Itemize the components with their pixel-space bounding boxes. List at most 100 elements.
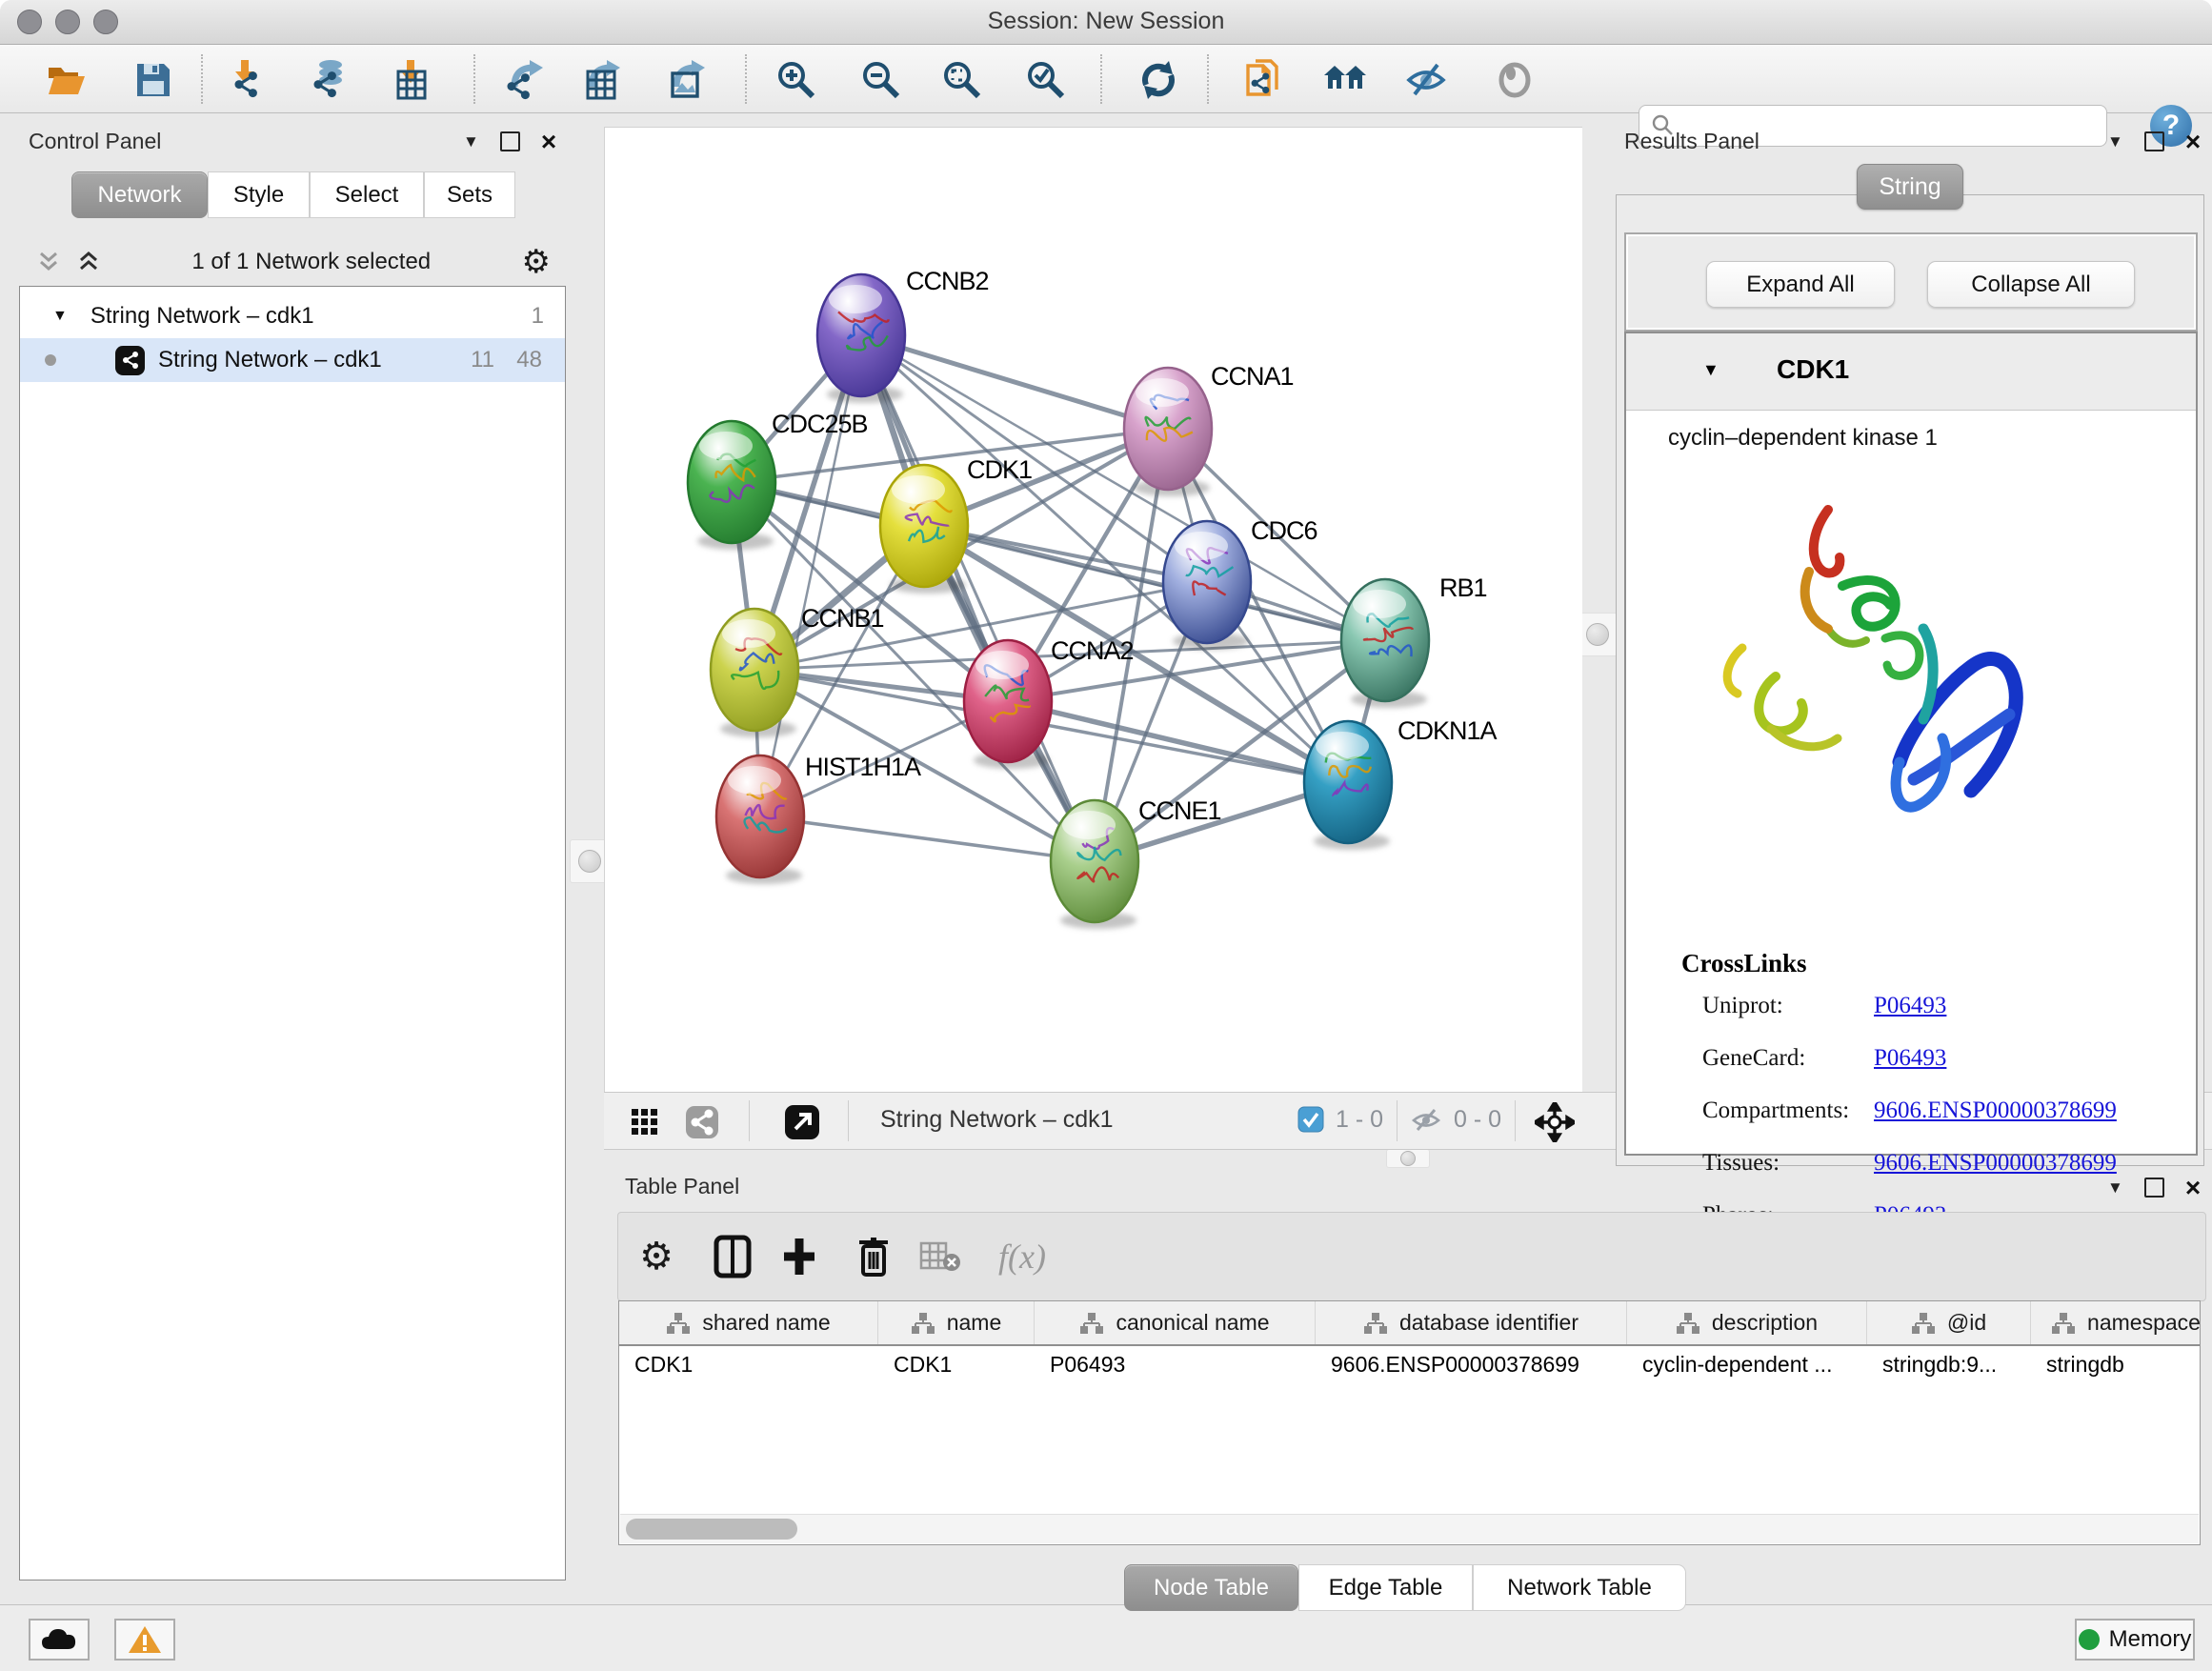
tab-network[interactable]: Network xyxy=(71,171,208,218)
column-header-name[interactable]: name xyxy=(878,1301,1035,1344)
node-CCNE1[interactable]: CCNE1 xyxy=(1051,796,1221,929)
save-session-button[interactable] xyxy=(131,58,175,102)
tab-string[interactable]: String xyxy=(1857,164,1963,210)
crosslink-row-compartments: Compartments:9606.ENSP00000378699 xyxy=(1702,1097,2117,1124)
zoom-fit-button[interactable] xyxy=(940,58,984,102)
collapse-all-button[interactable]: Collapse All xyxy=(1927,261,2135,308)
fit-content-crosshair-icon[interactable] xyxy=(1533,1100,1577,1144)
edge-CCNB2-CCNE1[interactable] xyxy=(861,335,1095,861)
node-CCNB2[interactable]: CCNB2 xyxy=(817,267,989,403)
table-panel-menu-icon[interactable]: ▼ xyxy=(2107,1178,2123,1198)
node-label-CDK1: CDK1 xyxy=(967,455,1032,484)
network-node-count: 11 xyxy=(471,347,494,373)
results-panel-title: Results Panel xyxy=(1624,129,1760,154)
tab-network-table[interactable]: Network Table xyxy=(1473,1564,1686,1611)
tab-sets[interactable]: Sets xyxy=(424,171,515,218)
table-header-row: shared namenamecanonical namedatabase id… xyxy=(619,1301,2200,1346)
edge-CCNB2-CCNA1[interactable] xyxy=(861,335,1168,429)
crosslink-label: GeneCard: xyxy=(1702,1045,1874,1072)
collapse-all-icon[interactable] xyxy=(36,250,61,274)
export-table-button[interactable] xyxy=(580,58,624,102)
results-panel-menu-icon[interactable]: ▼ xyxy=(2107,132,2123,151)
warnings-button[interactable] xyxy=(114,1619,175,1661)
table-panel-float-icon[interactable] xyxy=(2144,1178,2164,1198)
zoom-out-button[interactable] xyxy=(859,58,903,102)
open-session-button[interactable] xyxy=(45,58,89,102)
zoom-in-button[interactable] xyxy=(774,58,818,102)
crosslink-link[interactable]: 9606.ENSP00000378699 xyxy=(1874,1097,2117,1123)
crosslink-link[interactable]: 9606.ENSP00000378699 xyxy=(1874,1150,2117,1176)
cloud-status-button[interactable] xyxy=(29,1619,90,1661)
edge-CCNA2-CDKN1A[interactable] xyxy=(1008,701,1348,782)
right-splitter-handle[interactable] xyxy=(1578,613,1618,656)
clone-network-button[interactable] xyxy=(1242,58,1286,102)
column-header-namespace[interactable]: namespace xyxy=(2031,1301,2212,1344)
tab-edge-table[interactable]: Edge Table xyxy=(1298,1564,1473,1611)
node-HIST1H1A[interactable]: HIST1H1A xyxy=(716,753,921,884)
protein-section-header[interactable]: ▼ CDK1 xyxy=(1626,333,2196,411)
hide-selected-button[interactable] xyxy=(1404,58,1448,102)
node-label-CDC25B: CDC25B xyxy=(772,410,868,438)
import-table-from-file-button[interactable] xyxy=(391,58,434,102)
column-header-canonicalname[interactable]: canonical name xyxy=(1035,1301,1316,1344)
crosslink-link[interactable]: P06493 xyxy=(1874,1045,1946,1071)
import-network-from-file-button[interactable] xyxy=(225,58,269,102)
column-header-databaseidentifier[interactable]: database identifier xyxy=(1316,1301,1627,1344)
create-column-plus-icon[interactable] xyxy=(773,1230,826,1283)
protein-details-box: ▼ CDK1 cyclin–dependent kinase 1 xyxy=(1624,332,2198,1156)
show-columns-icon[interactable] xyxy=(706,1230,759,1283)
node-RB1[interactable]: RB1 xyxy=(1341,574,1487,708)
control-panel-float-icon[interactable] xyxy=(500,131,520,151)
node-CCNB1[interactable]: CCNB1 xyxy=(711,604,884,737)
column-settings-gear-icon[interactable]: ⚙ xyxy=(630,1230,683,1283)
network-canvas[interactable]: CCNB2CCNA1CDC25BCDK1CDC6RB1CCNB1CCNA2CDK… xyxy=(604,127,1582,1093)
table-row[interactable]: CDK1CDK1P064939606.ENSP00000378699cyclin… xyxy=(619,1346,2200,1382)
column-header-sharedname[interactable]: shared name xyxy=(619,1301,878,1344)
node-label-CDC6: CDC6 xyxy=(1251,516,1317,545)
results-panel-close-icon[interactable]: × xyxy=(2185,133,2201,150)
bottom-splitter-handle[interactable] xyxy=(1386,1149,1430,1168)
node-table-grid[interactable]: shared namenamecanonical namedatabase id… xyxy=(618,1300,2201,1545)
control-panel-menu-icon[interactable]: ▼ xyxy=(463,132,479,151)
collection-expander-icon[interactable]: ▼ xyxy=(52,308,68,325)
delete-column-trash-icon[interactable] xyxy=(847,1230,900,1283)
results-panel-controls: ▼ × xyxy=(2107,131,2201,151)
toolbar-divider xyxy=(201,54,203,104)
network-options-gear-icon[interactable]: ⚙ xyxy=(522,243,551,281)
birdseye-grid-icon[interactable] xyxy=(623,1100,667,1144)
tab-select[interactable]: Select xyxy=(310,171,424,218)
crosslink-link[interactable]: P06493 xyxy=(1874,993,1946,1018)
tab-style[interactable]: Style xyxy=(208,171,310,218)
current-network-title: String Network – cdk1 xyxy=(880,1106,1114,1134)
protein-expander-icon[interactable]: ▼ xyxy=(1702,360,1719,380)
selected-checkbox-icon[interactable] xyxy=(1297,1106,1324,1133)
scrollbar-thumb[interactable] xyxy=(626,1519,797,1540)
expand-all-button[interactable]: Expand All xyxy=(1706,261,1895,308)
export-image-button[interactable] xyxy=(665,58,709,102)
open-in-new-window-icon[interactable] xyxy=(780,1100,824,1144)
import-network-from-database-button[interactable] xyxy=(306,58,350,102)
hidden-node-edge-counts: 0 - 0 xyxy=(1454,1106,1501,1134)
column-header-description[interactable]: description xyxy=(1627,1301,1867,1344)
zoom-selected-button[interactable] xyxy=(1024,58,1068,102)
table-horizontal-scrollbar[interactable] xyxy=(620,1514,2199,1543)
refresh-network-button[interactable] xyxy=(1136,58,1180,102)
network-collection-row[interactable]: ▼ String Network – cdk1 1 xyxy=(20,294,565,338)
node-CCNA1[interactable]: CCNA1 xyxy=(1124,362,1294,496)
results-panel-float-icon[interactable] xyxy=(2144,131,2164,151)
expand-all-icon[interactable] xyxy=(76,250,101,274)
edge-HIST1H1A-CCNE1[interactable] xyxy=(760,816,1095,861)
node-CDKN1A[interactable]: CDKN1A xyxy=(1304,716,1498,850)
first-neighbors-button[interactable] xyxy=(1323,58,1367,102)
export-network-button[interactable] xyxy=(503,58,547,102)
column-header-id[interactable]: @id xyxy=(1867,1301,2031,1344)
control-panel-tabs: NetworkStyleSelectSets xyxy=(71,171,515,218)
selected-node-edge-counts: 1 - 0 xyxy=(1336,1106,1383,1134)
string-app-icon xyxy=(115,346,145,375)
edge-CCNB2-HIST1H1A[interactable] xyxy=(760,335,861,816)
network-row-selected[interactable]: String Network – cdk1 11 48 xyxy=(20,338,565,382)
table-panel-close-icon[interactable]: × xyxy=(2185,1179,2201,1196)
memory-button[interactable]: Memory xyxy=(2075,1619,2195,1661)
control-panel-close-icon[interactable]: × xyxy=(541,133,556,150)
tab-node-table[interactable]: Node Table xyxy=(1124,1564,1298,1611)
